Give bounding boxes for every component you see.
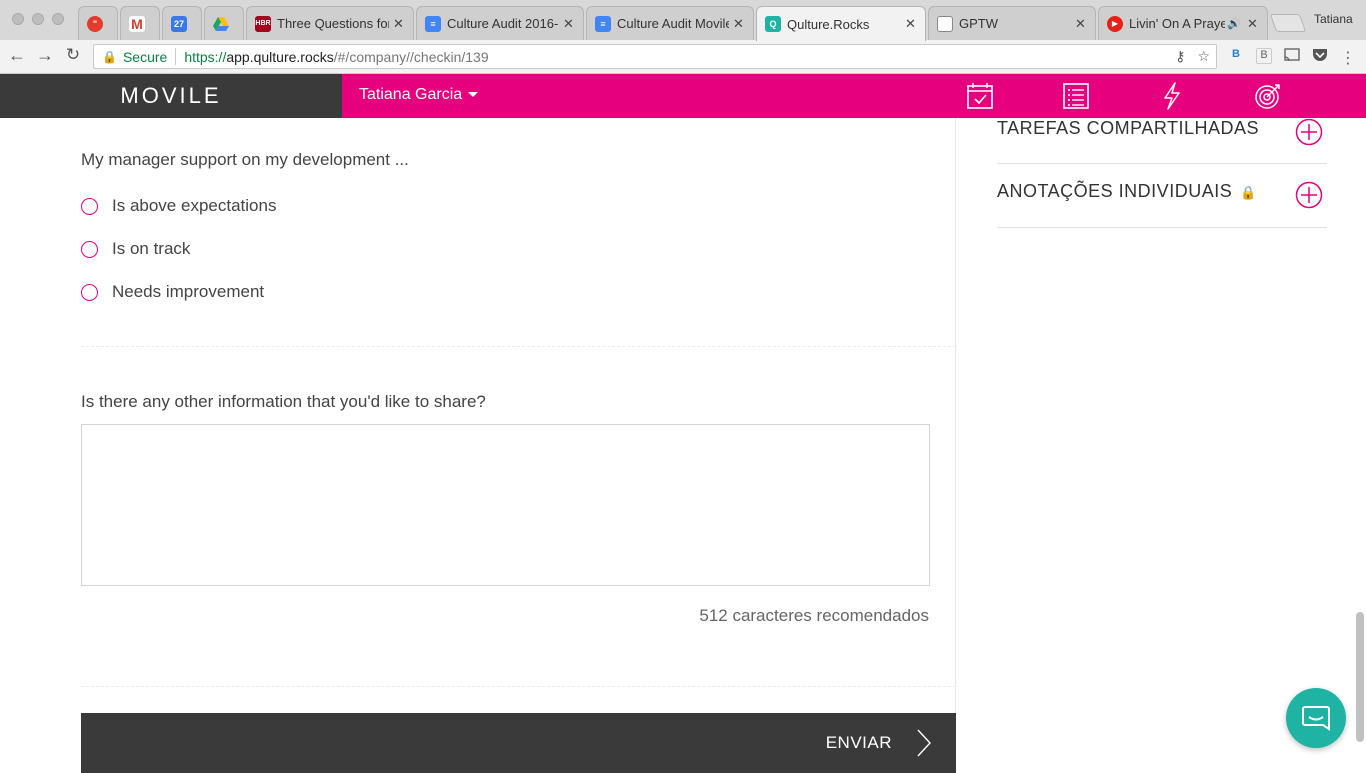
- audio-playing-icon[interactable]: 🔊: [1227, 17, 1241, 30]
- menu-kebab-icon[interactable]: ⋮: [1340, 48, 1356, 67]
- drive-icon: [213, 16, 229, 32]
- browser-tab-drive[interactable]: [204, 6, 244, 40]
- browser-tab-hangouts[interactable]: ": [78, 6, 118, 40]
- url-path: /#/company//checkin/139: [333, 48, 489, 65]
- tab-close-icon[interactable]: ✕: [1075, 16, 1087, 32]
- question-label: My manager support on my development ...: [81, 150, 409, 169]
- calendar-check-icon[interactable]: [966, 82, 994, 110]
- browser-tab-culture-audit-movile[interactable]: ≡ Culture Audit Movile ✕: [586, 6, 754, 40]
- window-close-button[interactable]: [12, 13, 24, 25]
- radio-button[interactable]: [81, 283, 98, 301]
- submit-label: ENVIAR: [825, 733, 892, 752]
- add-individual-note-button[interactable]: [1295, 181, 1323, 209]
- section-title: ANOTAÇÕES INDIVIDUAIS: [997, 181, 1233, 201]
- qulture-icon: Q: [765, 16, 781, 32]
- browser-tab-youtube[interactable]: ▶ Livin' On A Prayer 🔊 ✕: [1098, 6, 1268, 40]
- radio-label: Is above expectations: [112, 196, 277, 215]
- divider: [175, 48, 177, 65]
- extension-icon[interactable]: B: [1256, 48, 1272, 64]
- caret-down-icon: [468, 92, 479, 98]
- chevron-right-icon: [917, 729, 931, 757]
- tab-close-icon[interactable]: ✕: [393, 16, 405, 32]
- radio-option[interactable]: Is on track: [81, 239, 190, 259]
- tab-title: Culture Audit Movile: [617, 16, 729, 31]
- tab-close-icon[interactable]: ✕: [905, 16, 917, 32]
- lock-icon: 🔒: [102, 49, 117, 64]
- padlock-icon: 🔒: [1240, 185, 1257, 200]
- user-name: Tatiana Garcia: [359, 86, 463, 103]
- back-arrow-icon[interactable]: ←: [6, 45, 28, 66]
- pocket-icon[interactable]: [1312, 48, 1328, 64]
- browser-tab-culture-audit-2016[interactable]: ≡ Culture Audit 2016- ✕: [416, 6, 584, 40]
- url-host: app.qulture.rocks: [226, 48, 334, 65]
- user-menu[interactable]: Tatiana Garcia: [359, 86, 479, 104]
- docs-icon: ≡: [595, 15, 611, 32]
- target-icon[interactable]: [1254, 82, 1282, 110]
- comment-textarea[interactable]: [81, 424, 930, 586]
- extension-icon[interactable]: B: [1228, 48, 1244, 64]
- page-icon: [937, 15, 953, 32]
- browser-tab-hbr[interactable]: HBR Three Questions for ✕: [246, 6, 414, 40]
- profile-name[interactable]: Tatiana: [1314, 12, 1353, 26]
- docs-icon: ≡: [425, 15, 441, 32]
- bookmark-star-icon[interactable]: ☆: [1197, 48, 1210, 64]
- add-shared-task-button[interactable]: [1295, 118, 1323, 146]
- browser-tab-gptw[interactable]: GPTW ✕: [928, 6, 1096, 40]
- tab-title: Culture Audit 2016-: [447, 16, 559, 31]
- section-title: TAREFAS COMPARTILHADAS: [997, 118, 1260, 138]
- page-scrollbar[interactable]: [1356, 612, 1364, 742]
- tab-close-icon[interactable]: ✕: [563, 16, 575, 32]
- radio-label: Needs improvement: [112, 282, 265, 301]
- window-minimize-button[interactable]: [32, 13, 44, 25]
- chat-icon: [1302, 706, 1330, 731]
- browser-tab-calendar[interactable]: 27: [162, 6, 202, 40]
- hangouts-icon: ": [87, 15, 103, 32]
- character-hint: 512 caracteres recomendados: [699, 606, 929, 625]
- tab-title: Qulture.Rocks: [787, 16, 870, 32]
- url-scheme: https://: [184, 48, 227, 65]
- browser-toolbar: ← → ↻ 🔒 Secure https:// app.qulture.rock…: [0, 40, 1366, 74]
- browser-tab-gmail[interactable]: M: [120, 6, 160, 40]
- address-bar[interactable]: 🔒 Secure https:// app.qulture.rocks /#/c…: [93, 44, 1217, 69]
- tab-close-icon[interactable]: ✕: [1247, 16, 1259, 32]
- section-divider: [81, 346, 956, 347]
- omnibox-actions: ⚷ ☆: [1175, 48, 1210, 65]
- checkin-form: My manager support on my development ...…: [0, 118, 956, 773]
- tab-close-icon[interactable]: ✕: [733, 16, 745, 32]
- new-tab-button[interactable]: [1269, 14, 1307, 32]
- tab-title: Livin' On A Prayer: [1129, 16, 1226, 31]
- browser-tab-strip: " M 27 HBR Three Questions for ✕ ≡ Cultu…: [0, 0, 1366, 41]
- calendar-icon: 27: [171, 15, 187, 32]
- section-individual-notes[interactable]: ANOTAÇÕES INDIVIDUAIS 🔒: [997, 181, 1327, 202]
- cast-icon[interactable]: [1284, 48, 1300, 64]
- chat-launcher-button[interactable]: [1286, 688, 1346, 748]
- section-shared-tasks[interactable]: TAREFAS COMPARTILHADAS: [997, 118, 1327, 139]
- radio-option[interactable]: Needs improvement: [81, 282, 264, 302]
- list-icon[interactable]: [1062, 82, 1090, 110]
- question-label: Is there any other information that you'…: [81, 392, 486, 411]
- key-icon[interactable]: ⚷: [1175, 48, 1185, 64]
- radio-label: Is on track: [112, 239, 191, 258]
- secure-label: Secure: [122, 48, 168, 65]
- section-divider: [997, 227, 1327, 228]
- youtube-icon: ▶: [1107, 15, 1123, 32]
- window-maximize-button[interactable]: [52, 13, 64, 25]
- radio-option[interactable]: Is above expectations: [81, 196, 276, 216]
- radio-button[interactable]: [81, 240, 98, 258]
- sidebar: TAREFAS COMPARTILHADAS ANOTAÇÕES INDIVID…: [957, 118, 1366, 768]
- browser-tab-qulture-rocks[interactable]: Q Qulture.Rocks ✕: [756, 6, 926, 41]
- gmail-icon: M: [129, 15, 145, 32]
- section-divider: [997, 163, 1327, 164]
- radio-button[interactable]: [81, 197, 98, 215]
- section-divider: [81, 686, 956, 687]
- hbr-icon: HBR: [255, 15, 271, 32]
- tab-title: Three Questions for: [277, 16, 389, 31]
- tab-title: GPTW: [959, 16, 998, 31]
- reload-icon[interactable]: ↻: [62, 45, 84, 65]
- submit-button[interactable]: ENVIAR: [81, 713, 956, 773]
- app-header: MOVILE Tatiana Garcia: [0, 74, 1366, 118]
- lightning-icon[interactable]: [1158, 82, 1186, 110]
- forward-arrow-icon[interactable]: →: [34, 45, 56, 66]
- brand-logo[interactable]: MOVILE: [0, 74, 342, 118]
